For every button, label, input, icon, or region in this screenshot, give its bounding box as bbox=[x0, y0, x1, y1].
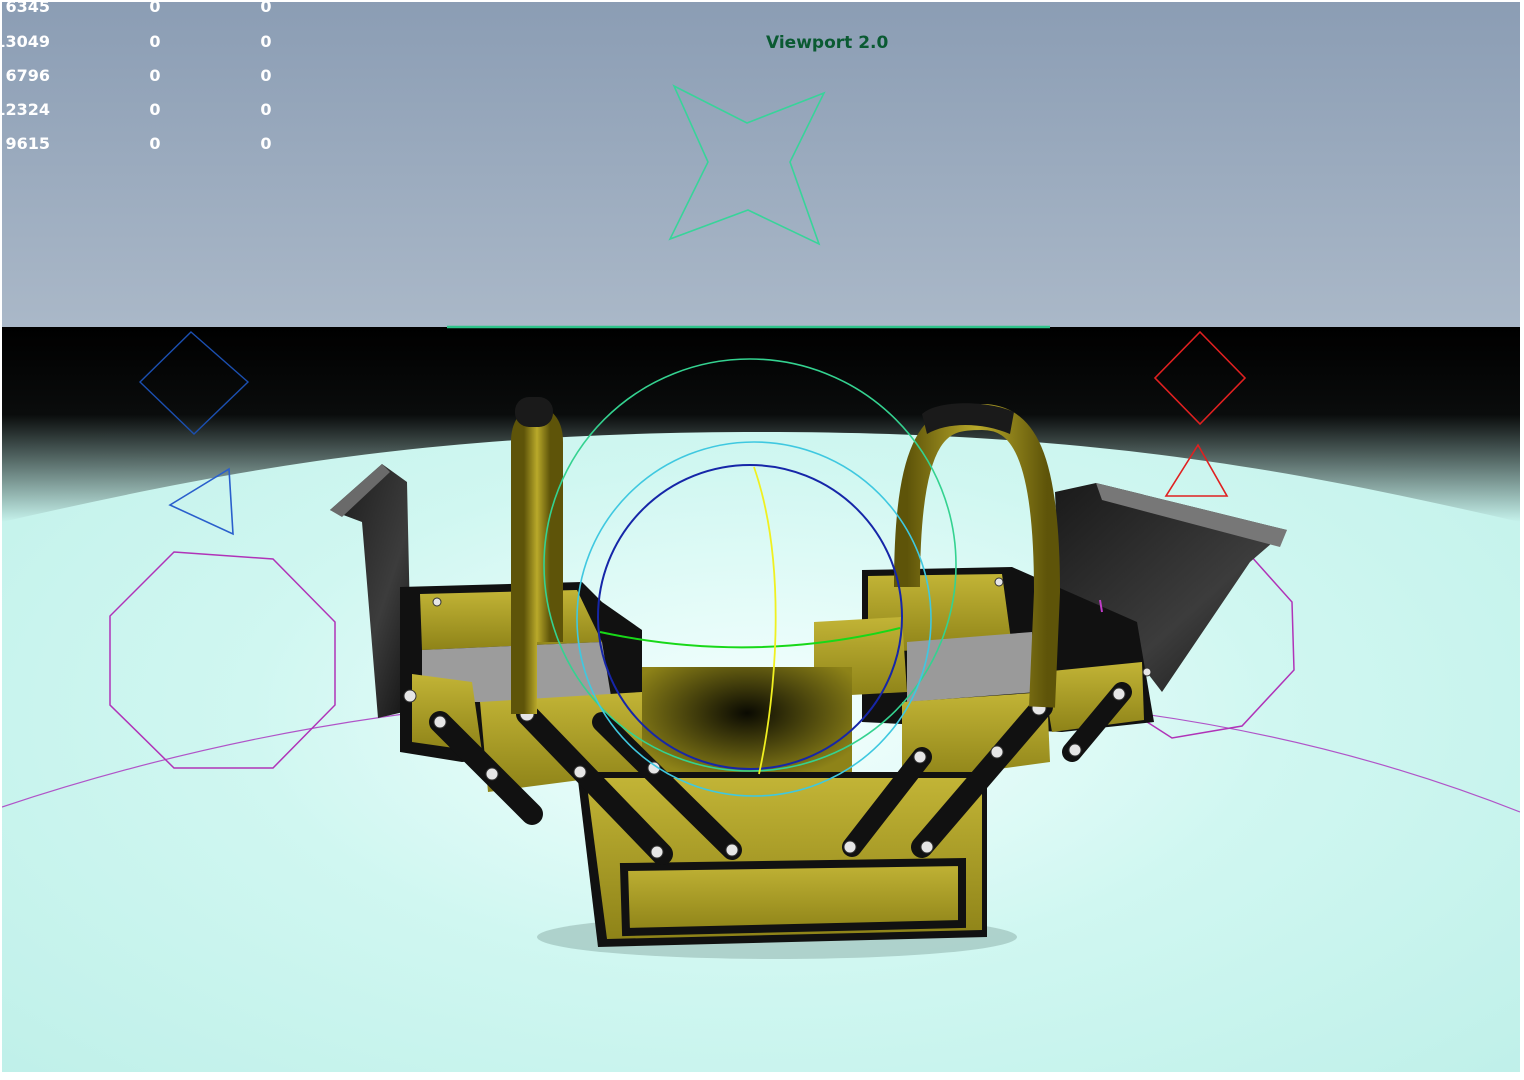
hud-value: 6796 bbox=[5, 66, 50, 85]
hud-value: 0 bbox=[149, 100, 161, 119]
hud-value: 0 bbox=[260, 100, 272, 119]
hud-value: 0 bbox=[149, 66, 161, 85]
hud-value: 0 bbox=[149, 134, 161, 153]
hud-value: 6345 bbox=[5, 2, 50, 16]
viewport-canvas[interactable] bbox=[2, 2, 1520, 1072]
hud-value: 0 bbox=[260, 66, 272, 85]
hud-value: 9615 bbox=[5, 134, 50, 153]
hud-value: 13049 bbox=[2, 32, 50, 51]
hud-value: 12324 bbox=[2, 100, 50, 119]
sky-background bbox=[2, 2, 1520, 327]
hud-value: 0 bbox=[260, 32, 272, 51]
hud-value: 0 bbox=[149, 32, 161, 51]
hud-value: 0 bbox=[149, 2, 161, 16]
hud-value: 0 bbox=[260, 2, 272, 16]
maya-viewport[interactable]: 6345 0 0 13049 0 0 6796 0 0 12324 0 0 96… bbox=[2, 2, 1520, 1072]
hud-value: 0 bbox=[260, 134, 272, 153]
viewport-renderer-label: Viewport 2.0 bbox=[766, 33, 889, 53]
